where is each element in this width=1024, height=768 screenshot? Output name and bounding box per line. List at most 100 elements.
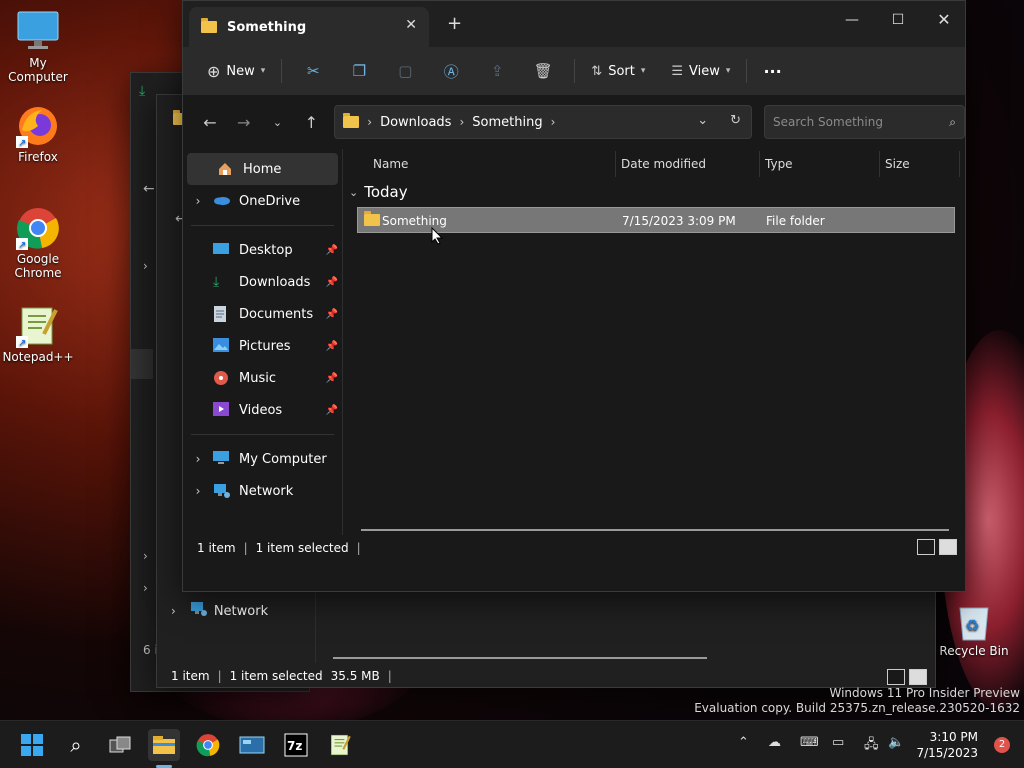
refresh-icon[interactable]: ↻ [730, 113, 741, 128]
copy-icon[interactable]: ❐ [344, 53, 374, 89]
sort-button[interactable]: ⇅ Sort ▾ [583, 53, 653, 89]
pin-icon[interactable]: 📌 [326, 277, 338, 288]
desktop-icon-recycle-bin[interactable]: ♻ Recycle Bin [936, 598, 1012, 658]
breadcrumb-item[interactable]: Downloads [380, 115, 451, 130]
up-button[interactable]: ↑ [294, 113, 328, 132]
chevron-right-icon[interactable]: › [367, 115, 372, 129]
delete-icon[interactable]: 🗑 [528, 53, 558, 89]
taskbar-chrome[interactable] [192, 729, 224, 761]
recent-locations-button[interactable]: ⌄ [261, 116, 295, 129]
nav-item-home[interactable]: Home [187, 153, 338, 185]
desktop-icon-firefox[interactable]: ↗ Firefox [0, 104, 76, 164]
pin-icon[interactable]: 📌 [326, 341, 338, 352]
nav-item-desktop[interactable]: Desktop 📌 [183, 234, 342, 266]
view-toggle[interactable] [887, 669, 927, 685]
nav-item-music[interactable]: Music 📌 [183, 362, 342, 394]
chevron-right-icon[interactable]: › [459, 115, 464, 129]
pin-icon[interactable]: 📌 [326, 405, 338, 416]
nav-item-my-computer[interactable]: › My Computer [183, 443, 342, 475]
chevron-right-icon[interactable]: › [551, 115, 556, 129]
column-type[interactable]: Type [765, 157, 793, 171]
folder-icon [201, 18, 217, 33]
share-icon[interactable]: ⇪ [482, 53, 512, 89]
nav-item-pictures[interactable]: Pictures 📌 [183, 330, 342, 362]
nav-item-label: Videos [239, 402, 283, 418]
title-bar[interactable]: Something ✕ + — ☐ ✕ [183, 1, 965, 47]
new-button[interactable]: ⊕ New ▾ [199, 53, 273, 89]
volume-icon[interactable]: 🔈 [888, 735, 904, 750]
chevron-right-icon[interactable]: › [143, 581, 148, 595]
address-dropdown-icon[interactable]: ⌄ [697, 113, 708, 128]
desktop-icon-chrome[interactable]: ↗ Google Chrome [0, 206, 76, 280]
view-button[interactable]: ☰ View ▾ [663, 53, 738, 89]
chrome-icon [196, 734, 220, 757]
horizontal-scrollbar[interactable] [333, 657, 707, 659]
notification-badge[interactable]: 2 [994, 737, 1010, 753]
search-input[interactable]: Search Something ⌕ [764, 105, 965, 139]
nav-item-documents[interactable]: Documents 📌 [183, 298, 342, 330]
column-size[interactable]: Size [885, 157, 910, 171]
new-tab-button[interactable]: + [447, 13, 462, 34]
close-button[interactable]: ✕ [921, 7, 967, 37]
status-selected-size: 35.5 MB [330, 669, 380, 683]
touchpad-icon[interactable]: ▭ [832, 735, 844, 750]
desktop-icon-notepadpp[interactable]: ↗ Notepad++ [0, 304, 76, 364]
taskbar-notepadpp[interactable] [324, 729, 356, 761]
nav-item-label: Network [213, 603, 269, 619]
nav-item-videos[interactable]: Videos 📌 [183, 394, 342, 426]
more-options-icon[interactable]: ··· [755, 53, 789, 89]
address-bar[interactable]: › Downloads › Something › ⌄ ↻ [334, 105, 752, 139]
pin-icon[interactable]: 📌 [326, 245, 338, 256]
chevron-right-icon[interactable]: › [143, 259, 148, 273]
chevron-right-icon[interactable]: › [183, 194, 213, 208]
rename-icon[interactable]: Ⓐ [436, 53, 466, 89]
nav-item-network[interactable]: › Network [171, 601, 268, 621]
tiles-view-icon[interactable] [909, 669, 927, 685]
back-arrow-icon[interactable]: ← [143, 181, 155, 197]
network-status-icon[interactable]: 🖧 [864, 735, 879, 757]
column-name[interactable]: Name [373, 157, 408, 171]
taskbar-7zip[interactable]: 7z [280, 729, 312, 761]
start-button[interactable] [16, 729, 48, 761]
clock[interactable]: 3:10 PM 7/15/2023 [916, 729, 978, 761]
explorer-window-front[interactable]: Something ✕ + — ☐ ✕ ⊕ New ▾ ✂ ❐ ▢ Ⓐ ⇪ 🗑 … [182, 0, 966, 592]
pin-icon[interactable]: 📌 [326, 373, 338, 384]
7zip-icon: 7z [284, 733, 308, 757]
search-button[interactable]: ⌕ [60, 729, 92, 761]
chevron-right-icon[interactable]: › [183, 484, 213, 498]
back-button[interactable]: ← [193, 113, 227, 132]
horizontal-scrollbar[interactable] [361, 529, 949, 531]
chevron-right-icon[interactable]: › [183, 452, 213, 466]
maximize-button[interactable]: ☐ [875, 7, 921, 37]
minimize-button[interactable]: — [829, 7, 875, 37]
task-view-button[interactable] [104, 729, 136, 761]
chevron-down-icon: ▾ [260, 66, 266, 76]
cloud-offline-icon[interactable]: ☁ [768, 735, 781, 750]
taskbar-app-window[interactable] [236, 729, 268, 761]
file-list: Name Date modified Type Size ⌄ Today Som… [343, 149, 965, 535]
group-header-today[interactable]: ⌄ Today [349, 183, 408, 201]
nav-item-downloads[interactable]: ⤓ Downloads 📌 [183, 266, 342, 298]
nav-item-network[interactable]: › Network [183, 475, 342, 507]
paste-icon[interactable]: ▢ [390, 53, 420, 89]
nav-item-onedrive[interactable]: › OneDrive [183, 185, 342, 217]
tiles-view-icon[interactable] [939, 539, 957, 555]
view-toggle[interactable] [917, 539, 957, 555]
cut-icon[interactable]: ✂ [298, 53, 328, 89]
chevron-right-icon[interactable]: › [143, 549, 148, 563]
keyboard-icon[interactable]: ⌨ [800, 735, 819, 750]
tab-something[interactable]: Something ✕ [189, 7, 429, 47]
taskbar-file-explorer[interactable] [148, 729, 180, 761]
cloud-icon [213, 193, 233, 209]
forward-button[interactable]: → [227, 113, 261, 132]
close-tab-icon[interactable]: ✕ [405, 17, 417, 33]
breadcrumb-item[interactable]: Something [472, 115, 542, 130]
desktop-folder-icon [213, 242, 233, 258]
desktop-icon-my-computer[interactable]: My Computer [0, 10, 76, 84]
details-view-icon[interactable] [917, 539, 935, 555]
details-view-icon[interactable] [887, 669, 905, 685]
pin-icon[interactable]: 📌 [326, 309, 338, 320]
show-hidden-icons-chevron-up-icon[interactable]: ⌃ [738, 735, 749, 750]
column-date-modified[interactable]: Date modified [621, 157, 706, 171]
table-row[interactable]: Something 7/15/2023 3:09 PM File folder [357, 207, 955, 233]
